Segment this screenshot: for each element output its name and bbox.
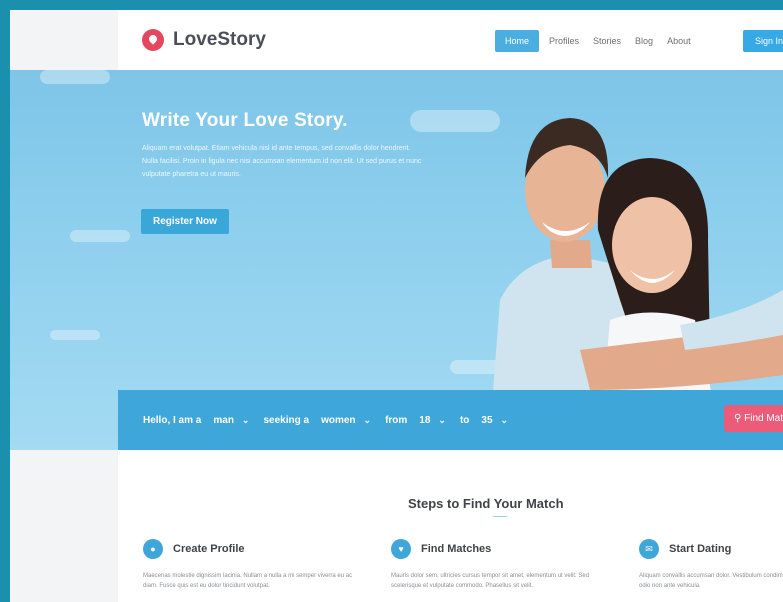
- top-navbar: LoveStory Home Profiles Stories Blog Abo…: [118, 10, 783, 70]
- title-divider: [493, 516, 507, 517]
- nav-about[interactable]: About: [660, 31, 698, 51]
- seeking-label: seeking a: [263, 414, 310, 426]
- couple-photo: [490, 118, 783, 430]
- seeking-value: women: [321, 414, 356, 426]
- chevron-down-icon: ⌄: [438, 414, 446, 425]
- match-search-bar: Hello, I am a man ⌄ seeking a women ⌄ fr…: [118, 390, 783, 450]
- steps-section: Steps to Find Your Match ● Create Profil…: [118, 450, 783, 602]
- chevron-down-icon: ⌄: [363, 414, 372, 425]
- step-card: ✉ Start Dating Aliquam convallis accumsa…: [639, 539, 783, 591]
- chat-icon: ✉: [639, 539, 659, 559]
- age-to-value: 35: [481, 414, 493, 426]
- step-title: Start Dating: [669, 543, 732, 555]
- from-label: from: [385, 414, 408, 426]
- signin-button[interactable]: Sign In: [743, 30, 783, 52]
- heart-icon: ♥: [391, 539, 411, 559]
- step-card: ♥ Find Matches Mauris dolor sem, ultrici…: [391, 539, 611, 591]
- nav-stories[interactable]: Stories: [586, 31, 628, 51]
- nav-profiles[interactable]: Profiles: [542, 31, 586, 51]
- step-description: Aliquam convallis accumsan dolor. Vestib…: [639, 573, 783, 589]
- step-description: Mauris dolor sem, ultricies cursus tempo…: [391, 573, 590, 589]
- hero-description: Aliquam erat volutpat. Etiam vehicula ni…: [142, 145, 422, 178]
- browser-viewport: LoveStory Home Profiles Stories Blog Abo…: [10, 10, 783, 602]
- search-intro-label: Hello, I am a: [143, 414, 202, 426]
- nav-blog[interactable]: Blog: [628, 31, 660, 51]
- age-from-value: 18: [419, 414, 431, 426]
- heart-logo-icon: [142, 29, 164, 51]
- find-match-button[interactable]: ⚲ Find Match: [724, 405, 783, 432]
- register-button[interactable]: Register Now: [141, 209, 229, 234]
- search-icon: ⚲: [734, 413, 742, 424]
- age-to-select[interactable]: 35 ⌄: [481, 415, 508, 426]
- step-title: Find Matches: [421, 543, 492, 555]
- brand-logo[interactable]: LoveStory: [142, 29, 266, 51]
- nav-home[interactable]: Home: [495, 30, 540, 52]
- chevron-down-icon: ⌄: [241, 414, 250, 425]
- seeking-select[interactable]: women ⌄: [321, 415, 371, 426]
- main-nav: Home Profiles Stories Blog About: [495, 30, 698, 52]
- find-match-label: Find Match: [744, 413, 783, 424]
- chevron-down-icon: ⌄: [500, 414, 509, 425]
- hero-title: Write Your Love Story.: [142, 110, 348, 131]
- gender-value: man: [213, 414, 234, 426]
- gender-select[interactable]: man ⌄: [213, 415, 249, 426]
- brand-name: LoveStory: [173, 29, 266, 50]
- steps-title: Steps to Find Your Match: [408, 496, 564, 511]
- step-card: ● Create Profile Maecenas molestie digni…: [143, 539, 363, 591]
- step-title: Create Profile: [173, 543, 245, 555]
- user-icon: ●: [143, 539, 163, 559]
- age-from-select[interactable]: 18 ⌄: [419, 415, 446, 426]
- to-label: to: [459, 414, 470, 426]
- step-description: Maecenas molestie dignissim lacinia. Nul…: [143, 573, 353, 589]
